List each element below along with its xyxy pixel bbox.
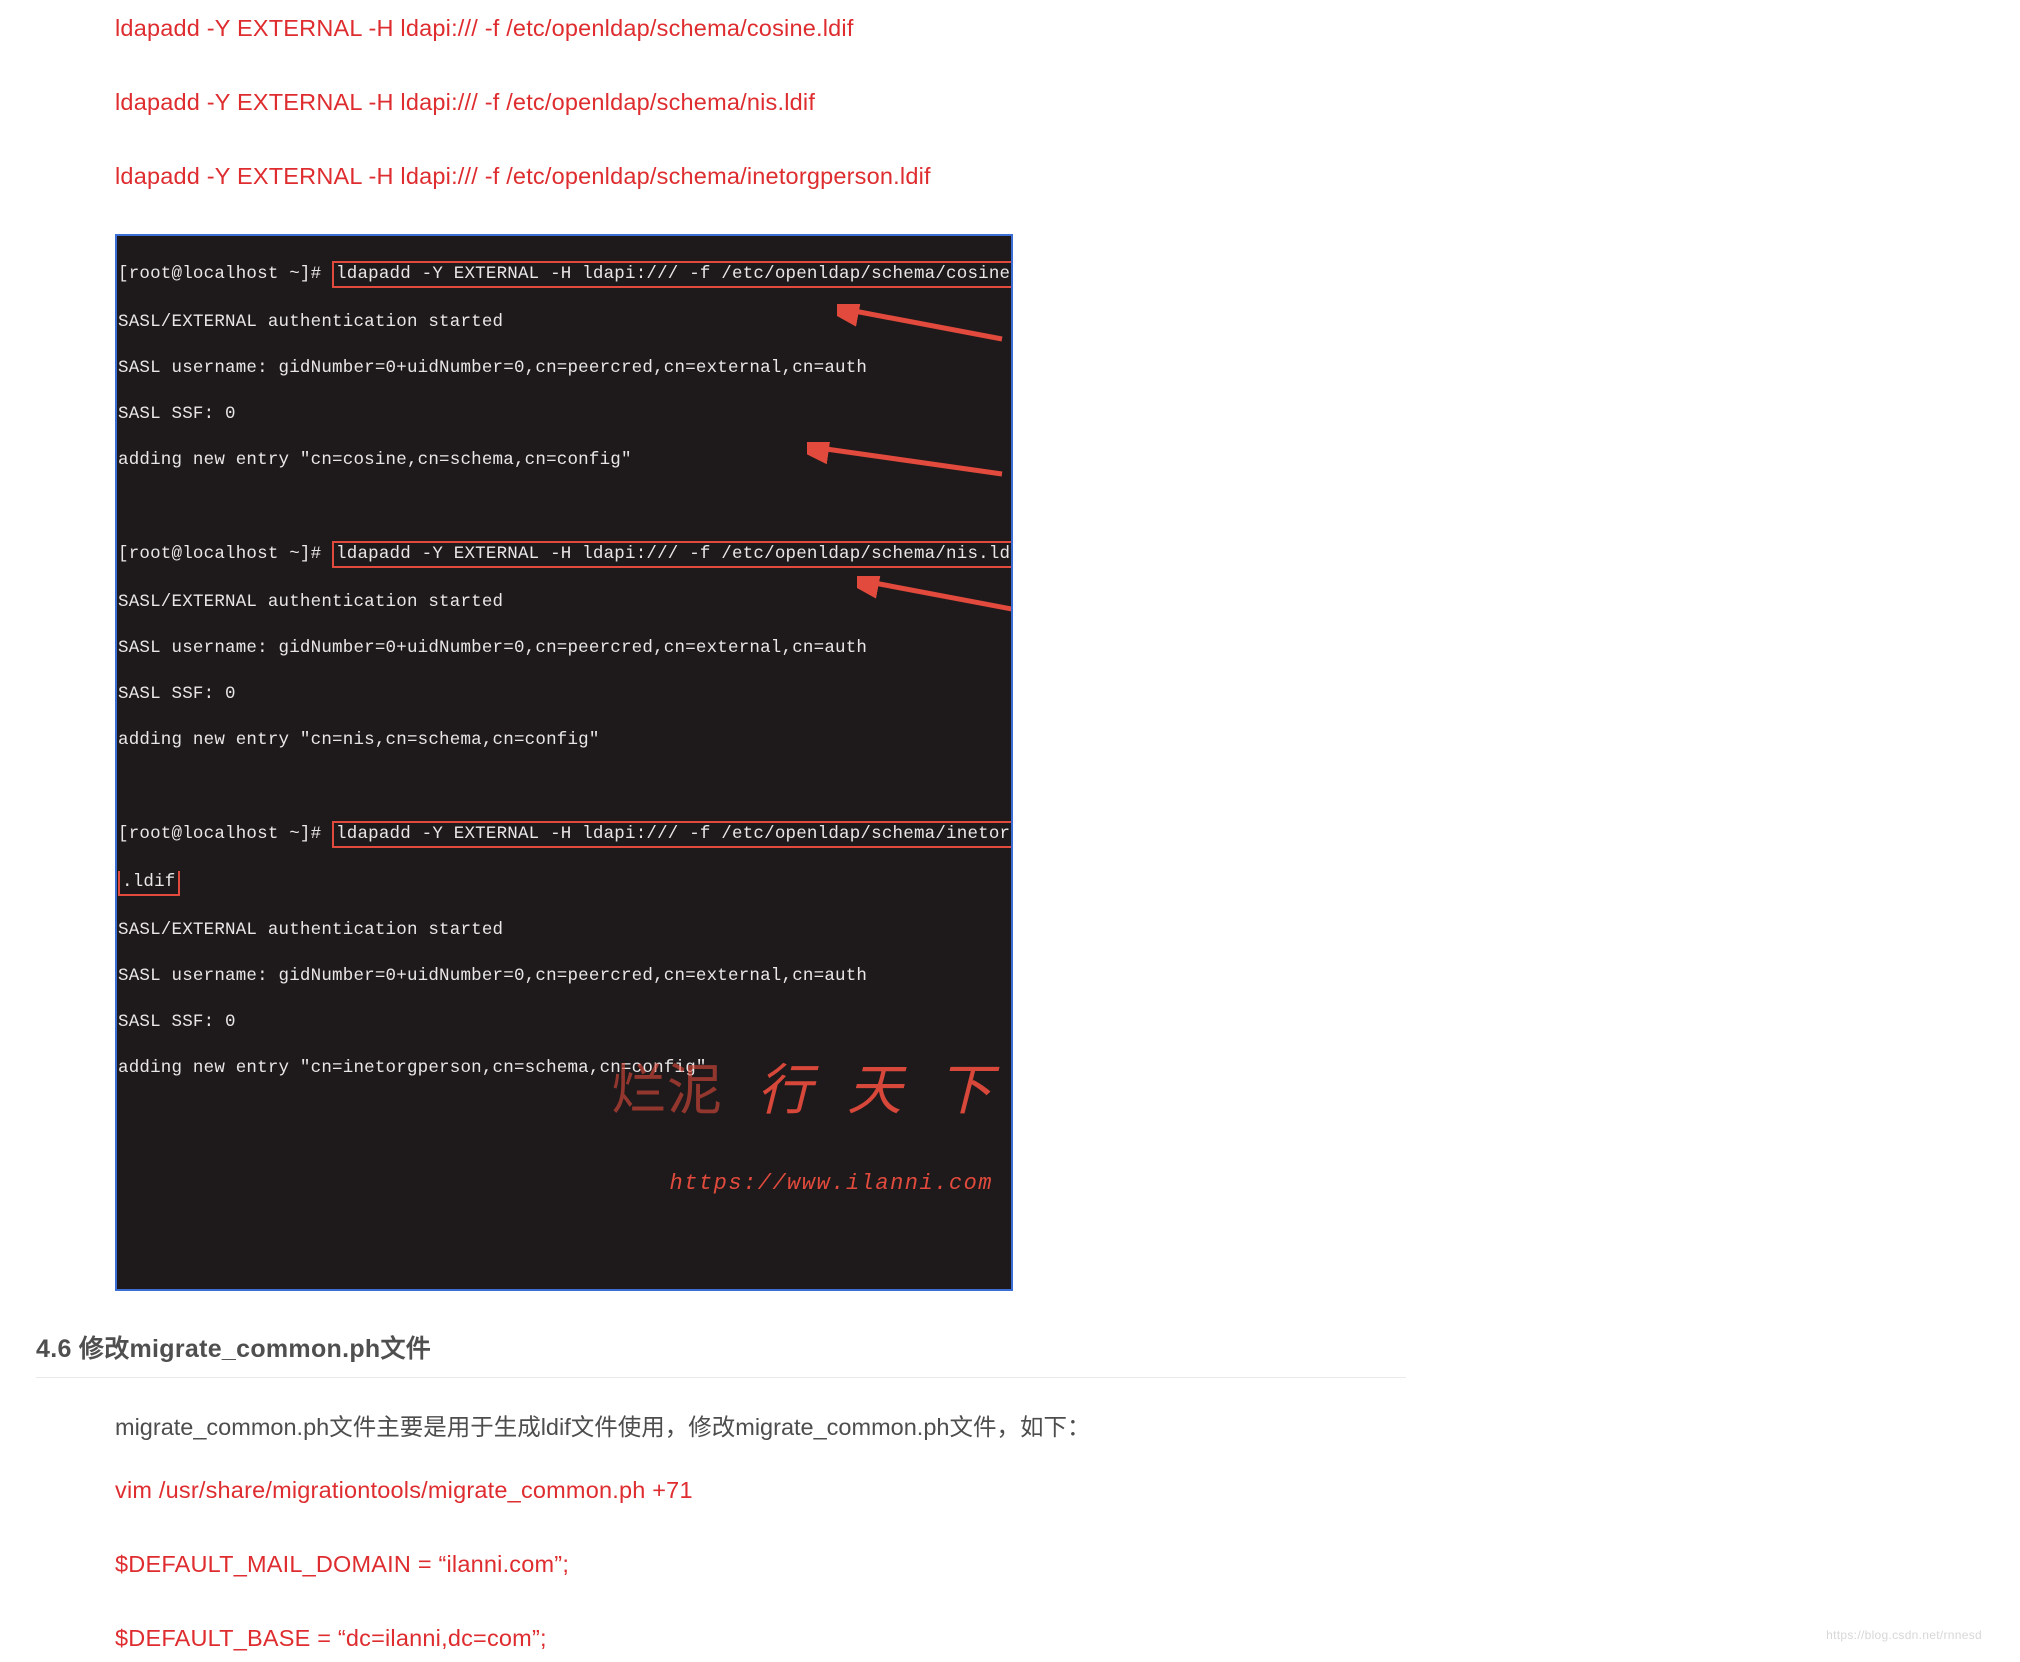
terminal-prompt: [root@localhost ~]#	[118, 544, 332, 564]
terminal-line: SASL SSF: 0	[118, 1011, 1010, 1034]
terminal-line: adding new entry "cn=inetorgperson,cn=sc…	[118, 1057, 1010, 1080]
command-line: $DEFAULT_MAIL_DOMAIN = “ilanni.com”;	[115, 1548, 1406, 1580]
highlighted-command-wrap: .ldif	[118, 871, 180, 896]
highlighted-command: ldapadd -Y EXTERNAL -H ldapi:/// -f /etc…	[332, 821, 1013, 848]
watermark-url: https://www.ilanni.com	[387, 1173, 993, 1195]
terminal-line: SASL/EXTERNAL authentication started	[118, 591, 1010, 614]
terminal-line: SASL SSF: 0	[118, 683, 1010, 706]
page-watermark: https://blog.csdn.net/rnnesd	[1826, 1628, 1982, 1642]
terminal-line: SASL SSF: 0	[118, 403, 1010, 426]
command-line: $DEFAULT_BASE = “dc=ilanni,dc=com”;	[115, 1622, 1406, 1654]
command-line: ldapadd -Y EXTERNAL -H ldapi:/// -f /etc…	[115, 86, 1406, 118]
command-line: ldapadd -Y EXTERNAL -H ldapi:/// -f /etc…	[115, 160, 1406, 192]
terminal-prompt: [root@localhost ~]#	[118, 824, 332, 844]
terminal-line: adding new entry "cn=cosine,cn=schema,cn…	[118, 449, 1010, 472]
command-line: ldapadd -Y EXTERNAL -H ldapi:/// -f /etc…	[115, 12, 1406, 44]
terminal-line: SASL username: gidNumber=0+uidNumber=0,c…	[118, 965, 1010, 988]
terminal-line: SASL/EXTERNAL authentication started	[118, 919, 1010, 942]
section-heading: 4.6 修改migrate_common.ph文件	[36, 1329, 1406, 1378]
paragraph: migrate_common.ph文件主要是用于生成ldif文件使用，修改mig…	[115, 1410, 1406, 1444]
terminal-prompt: [root@localhost ~]#	[118, 264, 332, 284]
highlighted-command: ldapadd -Y EXTERNAL -H ldapi:/// -f /etc…	[332, 261, 1013, 288]
terminal-screenshot: [root@localhost ~]# ldapadd -Y EXTERNAL …	[115, 234, 1013, 1291]
terminal-line: SASL username: gidNumber=0+uidNumber=0,c…	[118, 637, 1010, 660]
command-line: vim /usr/share/migrationtools/migrate_co…	[115, 1474, 1406, 1506]
terminal-output: [root@localhost ~]# ldapadd -Y EXTERNAL …	[117, 236, 1011, 1289]
terminal-line: SASL/EXTERNAL authentication started	[118, 311, 1010, 334]
highlighted-command: ldapadd -Y EXTERNAL -H ldapi:/// -f /etc…	[332, 541, 1013, 568]
article-body: ldapadd -Y EXTERNAL -H ldapi:/// -f /etc…	[36, 0, 1406, 1654]
terminal-line: SASL username: gidNumber=0+uidNumber=0,c…	[118, 357, 1010, 380]
terminal-line: adding new entry "cn=nis,cn=schema,cn=co…	[118, 729, 1010, 752]
